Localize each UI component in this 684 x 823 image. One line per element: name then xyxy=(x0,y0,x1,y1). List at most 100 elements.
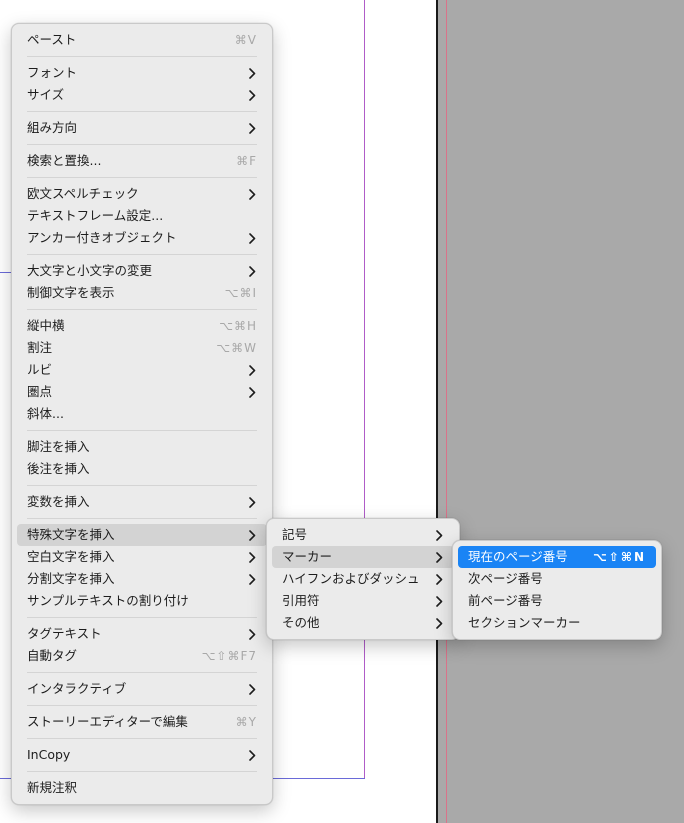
menu-item-label: 現在のページ番号 xyxy=(468,549,568,564)
chevron-right-icon xyxy=(247,183,257,205)
menu-item-label: 縦中横 xyxy=(27,318,65,333)
menu-item-label: 欧文スペルチェック xyxy=(27,186,139,201)
menu-item-label: 大文字と小文字の変更 xyxy=(27,263,153,278)
menu-item[interactable]: 制御文字を表示 ⌥⌘I xyxy=(17,282,267,304)
chevron-right-icon xyxy=(434,568,444,590)
menu-item-label: 制御文字を表示 xyxy=(27,285,115,300)
chevron-right-icon xyxy=(247,744,257,766)
menu-item[interactable]: 大文字と小文字の変更 xyxy=(17,260,267,282)
menu-item-label: サンプルテキストの割り付け xyxy=(27,593,189,608)
menu-item[interactable]: サイズ xyxy=(17,84,267,106)
menu-item-label: 前ページ番号 xyxy=(468,593,543,608)
keyboard-shortcut: ⌘Y xyxy=(235,715,257,729)
menu-separator xyxy=(27,518,257,519)
chevron-right-icon xyxy=(247,381,257,403)
chevron-right-icon xyxy=(247,84,257,106)
menu-item[interactable]: 組み方向 xyxy=(17,117,267,139)
menu-item[interactable]: 割注 ⌥⌘W xyxy=(17,337,267,359)
menu-item-label: InCopy xyxy=(27,747,71,762)
margin-guide-right xyxy=(364,0,365,779)
special-characters-submenu: 記号 マーカー ハイフンおよびダッシュ 引用符その他 xyxy=(266,518,460,640)
menu-item[interactable]: 脚注を挿入 xyxy=(17,436,267,458)
menu-item-label: 新規注釈 xyxy=(27,780,78,795)
menu-item[interactable]: InCopy xyxy=(17,744,267,766)
menu-item[interactable]: 縦中横 ⌥⌘H xyxy=(17,315,267,337)
menu-item-label: 斜体... xyxy=(27,406,64,421)
chevron-right-icon xyxy=(247,491,257,513)
menu-item-label: ルビ xyxy=(27,362,53,377)
menu-separator xyxy=(27,485,257,486)
chevron-right-icon xyxy=(247,62,257,84)
menu-separator xyxy=(27,56,257,57)
menu-item-label: アンカー付きオブジェクト xyxy=(27,230,177,245)
chevron-right-icon xyxy=(247,623,257,645)
menu-item[interactable]: アンカー付きオブジェクト xyxy=(17,227,267,249)
menu-item-label: フォント xyxy=(27,65,78,80)
menu-item[interactable]: 変数を挿入 xyxy=(17,491,267,513)
menu-item-label: タグテキスト xyxy=(27,626,102,641)
menu-item[interactable]: サンプルテキストの割り付け xyxy=(17,590,267,612)
menu-item[interactable]: ペースト ⌘V xyxy=(17,29,267,51)
menu-item[interactable]: 分割文字を挿入 xyxy=(17,568,267,590)
chevron-right-icon xyxy=(247,117,257,139)
menu-item[interactable]: 引用符 xyxy=(272,590,454,612)
menu-item-label: 割注 xyxy=(27,340,53,355)
menu-item[interactable]: テキストフレーム設定... xyxy=(17,205,267,227)
menu-item-label: 脚注を挿入 xyxy=(27,439,90,454)
menu-separator xyxy=(27,771,257,772)
menu-item[interactable]: ハイフンおよびダッシュ xyxy=(272,568,454,590)
menu-separator xyxy=(27,177,257,178)
menu-item[interactable]: 後注を挿入 xyxy=(17,458,267,480)
chevron-right-icon xyxy=(247,227,257,249)
chevron-right-icon xyxy=(434,546,444,568)
menu-separator xyxy=(27,617,257,618)
menu-item[interactable]: その他 xyxy=(272,612,454,634)
menu-separator xyxy=(27,738,257,739)
menu-item[interactable]: 特殊文字を挿入 xyxy=(17,524,267,546)
menu-item[interactable]: 記号 xyxy=(272,524,454,546)
context-menu: ペースト ⌘V フォントサイズ組み方向検索と置換... ⌘F 欧文スペルチェックテキスト… xyxy=(11,23,273,805)
menu-item[interactable]: 前ページ番号 xyxy=(458,590,656,612)
menu-separator xyxy=(27,672,257,673)
menu-item[interactable]: タグテキスト xyxy=(17,623,267,645)
menu-separator xyxy=(27,705,257,706)
menu-item-label: テキストフレーム設定... xyxy=(27,208,164,223)
menu-item[interactable]: フォント xyxy=(17,62,267,84)
menu-item-label: セクションマーカー xyxy=(468,615,581,630)
menu-item[interactable]: 圏点 xyxy=(17,381,267,403)
chevron-right-icon xyxy=(247,568,257,590)
keyboard-shortcut: ⌥⌘W xyxy=(216,341,257,355)
menu-item[interactable]: ルビ xyxy=(17,359,267,381)
menu-item[interactable]: 自動タグ ⌥⇧⌘F7 xyxy=(17,645,267,667)
menu-item[interactable]: 検索と置換... ⌘F xyxy=(17,150,267,172)
menu-item[interactable]: 空白文字を挿入 xyxy=(17,546,267,568)
chevron-right-icon xyxy=(247,678,257,700)
menu-separator xyxy=(27,111,257,112)
chevron-right-icon xyxy=(434,524,444,546)
menu-item-label: ペースト xyxy=(27,32,77,47)
menu-item[interactable]: 新規注釈 xyxy=(17,777,267,799)
keyboard-shortcut: ⌘F xyxy=(236,154,257,168)
pasteboard xyxy=(438,0,684,823)
menu-item[interactable]: インタラクティブ xyxy=(17,678,267,700)
keyboard-shortcut: ⌘V xyxy=(234,33,257,47)
menu-item[interactable]: セクションマーカー xyxy=(458,612,656,634)
menu-item-label: 圏点 xyxy=(27,384,53,399)
chevron-right-icon xyxy=(247,546,257,568)
menu-item[interactable]: 次ページ番号 xyxy=(458,568,656,590)
chevron-right-icon xyxy=(434,590,444,612)
menu-item-label: その他 xyxy=(282,615,320,630)
menu-item[interactable]: マーカー xyxy=(272,546,454,568)
menu-item[interactable]: ストーリーエディターで編集 ⌘Y xyxy=(17,711,267,733)
menu-item-label: 分割文字を挿入 xyxy=(27,571,115,586)
menu-item[interactable]: 斜体... xyxy=(17,403,267,425)
bleed-guide xyxy=(446,0,447,823)
menu-separator xyxy=(27,144,257,145)
keyboard-shortcut: ⌥⇧⌘F7 xyxy=(201,649,257,663)
keyboard-shortcut: ⌥⇧⌘N xyxy=(592,550,646,564)
menu-item-label: インタラクティブ xyxy=(27,681,127,696)
menu-item[interactable]: 欧文スペルチェック xyxy=(17,183,267,205)
menu-separator xyxy=(27,430,257,431)
chevron-right-icon xyxy=(434,612,444,634)
menu-item[interactable]: 現在のページ番号 ⌥⇧⌘N xyxy=(458,546,656,568)
